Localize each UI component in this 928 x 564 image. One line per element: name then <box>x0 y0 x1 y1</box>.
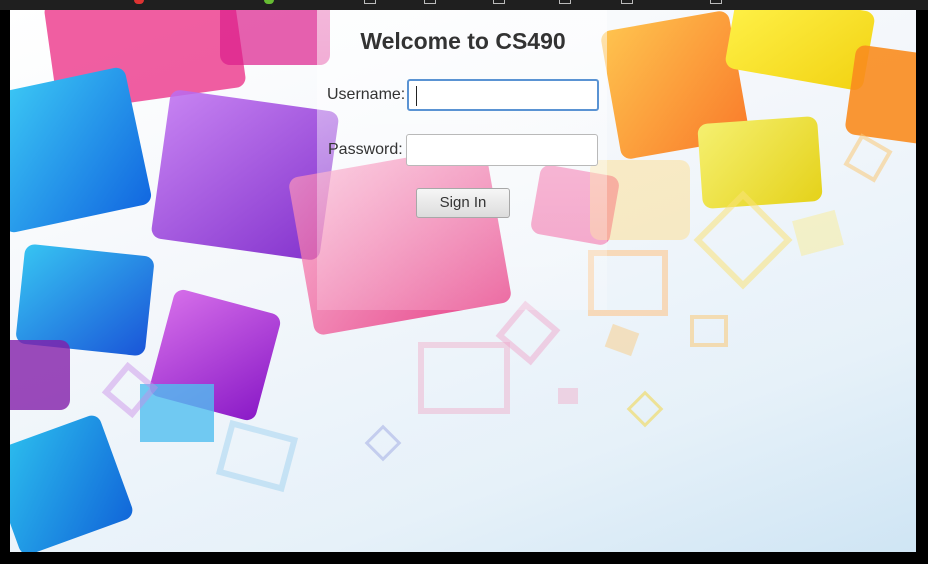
top-taskbar <box>0 0 928 10</box>
username-field[interactable] <box>407 79 599 111</box>
bg-small-orange-square <box>604 323 640 357</box>
bg-outline-diamond <box>364 424 402 462</box>
sign-in-button[interactable]: Sign In <box>416 188 510 218</box>
password-field[interactable] <box>406 134 598 166</box>
taskbar-green-icon <box>264 0 274 4</box>
taskbar-square-icon <box>710 0 722 4</box>
taskbar-red-icon <box>134 0 144 4</box>
bg-purple-low-cube <box>10 340 70 410</box>
taskbar-square-icon <box>493 0 505 4</box>
bg-yellow-mid-cube <box>697 115 823 210</box>
page-canvas: Welcome to CS490 Username: Password: Sig… <box>10 10 916 552</box>
taskbar-square-icon <box>621 0 633 4</box>
taskbar-square-icon <box>559 0 571 4</box>
taskbar-square-icon <box>364 0 376 4</box>
bg-outline-square <box>690 315 728 347</box>
bg-outline-diamond <box>626 390 664 428</box>
browser-frame: Welcome to CS490 Username: Password: Sig… <box>0 10 928 564</box>
bg-blue-bottom-cube <box>10 412 136 552</box>
bg-outline-diamond <box>215 419 299 493</box>
bg-small-pink-square <box>558 388 578 404</box>
bg-outline-square <box>418 342 510 414</box>
text-caret <box>416 86 417 106</box>
bg-small-yellow-square <box>792 209 844 257</box>
bg-outline-diamond <box>843 133 893 183</box>
bg-orange-right-cube <box>844 44 916 146</box>
username-label: Username: <box>327 86 406 103</box>
taskbar-square-icon <box>424 0 436 4</box>
page-title: Welcome to CS490 <box>360 28 566 54</box>
password-label: Password: <box>328 141 403 158</box>
